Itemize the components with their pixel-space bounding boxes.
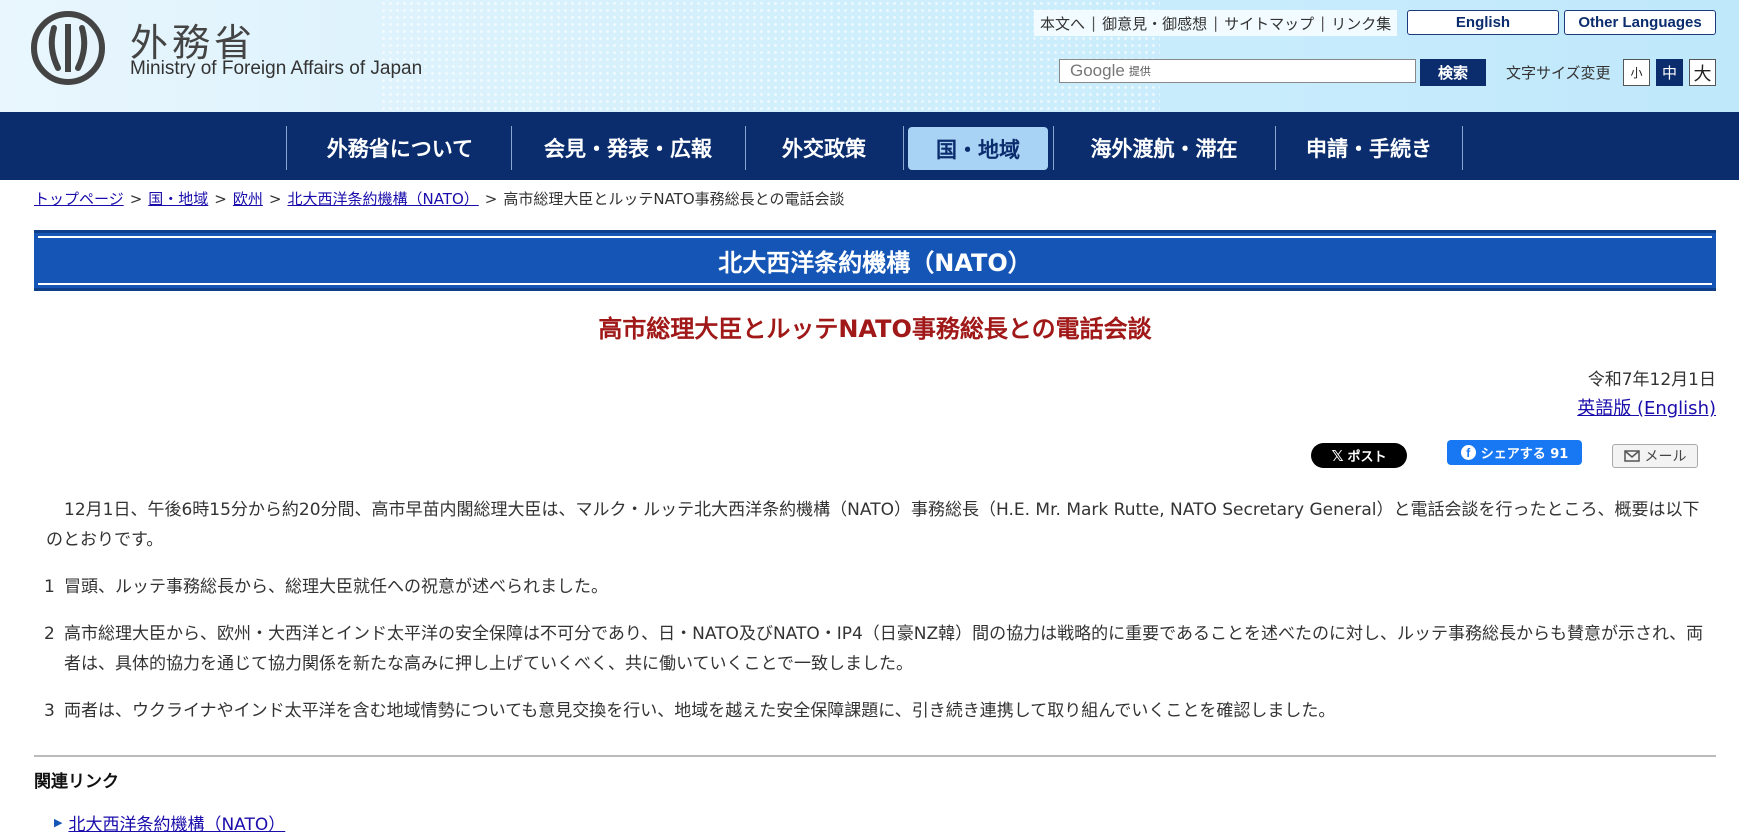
- nav-separator: [903, 126, 904, 170]
- facebook-icon: f: [1460, 445, 1476, 460]
- mail-icon: [1623, 450, 1640, 462]
- nav-item-policy[interactable]: 外交政策: [746, 126, 902, 170]
- util-separator: |: [1320, 14, 1326, 32]
- breadcrumb-separator: >: [268, 190, 282, 208]
- util-link-sitemap[interactable]: サイトマップ: [1224, 13, 1314, 34]
- list-item: 1 冒頭、ルッテ事務総長から、総理大臣就任への祝意が述べられました。: [44, 572, 1704, 602]
- section-divider: [34, 755, 1716, 757]
- nav-separator: [1462, 126, 1463, 170]
- nav-item-travel[interactable]: 海外渡航・滞在: [1054, 126, 1274, 170]
- breadcrumb-link-top[interactable]: トップページ: [34, 190, 124, 208]
- breadcrumb-current: 高市総理大臣とルッテNATO事務総長との電話会談: [503, 190, 845, 208]
- article-date: 令和7年12月1日: [1587, 370, 1716, 390]
- search-button[interactable]: 検索: [1420, 59, 1486, 86]
- font-size-medium-button[interactable]: 中: [1656, 59, 1683, 86]
- list-item: 2 高市総理大臣から、欧州・大西洋とインド太平洋の安全保障は不可分であり、日・N…: [44, 619, 1704, 679]
- google-brand: Google: [1070, 61, 1125, 80]
- list-item-number: 2: [44, 624, 55, 644]
- facebook-share-button[interactable]: f シェアする 91: [1447, 440, 1582, 465]
- triangle-bullet-icon: ▶: [54, 816, 63, 829]
- nav-item-press[interactable]: 会見・発表・広報: [512, 126, 744, 170]
- english-button[interactable]: English: [1407, 10, 1559, 35]
- related-link-nato[interactable]: 北大西洋条約機構（NATO）: [68, 810, 285, 835]
- breadcrumb-link-europe[interactable]: 欧州: [233, 190, 263, 208]
- list-item-text: 両者は、ウクライナやインド太平洋を含む地域情勢についても意見交換を行い、地域を越…: [64, 701, 1336, 721]
- x-post-label: ポスト: [1347, 450, 1387, 465]
- mail-share-label: メール: [1644, 449, 1687, 465]
- breadcrumb-separator: >: [484, 190, 498, 208]
- article-title: 高市総理大臣とルッテNATO事務総長との電話会談: [598, 315, 1152, 343]
- search-input[interactable]: Google 提供: [1059, 59, 1416, 83]
- related-links-heading: 関連リンク: [34, 772, 119, 792]
- list-item-text: 高市総理大臣から、欧州・大西洋とインド太平洋の安全保障は不可分であり、日・NAT…: [64, 624, 1704, 674]
- list-item-number: 3: [44, 701, 55, 721]
- related-link-item: ▶ 北大西洋条約機構（NATO）: [54, 810, 285, 835]
- mofa-logo-icon[interactable]: [30, 10, 106, 86]
- logo-title-en[interactable]: Ministry of Foreign Affairs of Japan: [130, 58, 422, 80]
- global-nav: 外務省について 会見・発表・広報 外交政策 国・地域 海外渡航・滞在 申請・手続…: [0, 112, 1739, 180]
- mail-share-button[interactable]: メール: [1612, 444, 1698, 468]
- nav-item-regions[interactable]: 国・地域: [908, 127, 1048, 170]
- section-title: 北大西洋条約機構（NATO）: [38, 236, 1712, 285]
- font-size-label: 文字サイズ変更: [1506, 64, 1611, 82]
- search-provided-label: 提供: [1128, 65, 1151, 78]
- utility-links: 本文へ | 御意見・御感想 | サイトマップ | リンク集: [1034, 10, 1398, 36]
- x-logo-icon: 𝕏: [1331, 446, 1344, 465]
- font-size-small-button[interactable]: 小: [1623, 59, 1650, 86]
- breadcrumb-link-nato[interactable]: 北大西洋条約機構（NATO）: [287, 190, 478, 208]
- x-post-button[interactable]: 𝕏 ポスト: [1311, 443, 1407, 468]
- util-separator: |: [1213, 14, 1219, 32]
- list-item-number: 1: [44, 577, 55, 597]
- util-link-links[interactable]: リンク集: [1331, 13, 1391, 34]
- section-banner: 北大西洋条約機構（NATO）: [34, 230, 1716, 291]
- nav-separator: [286, 126, 287, 170]
- util-link-feedback[interactable]: 御意見・御感想: [1102, 13, 1207, 34]
- util-link-main-content[interactable]: 本文へ: [1040, 13, 1085, 34]
- facebook-share-label: シェアする 91: [1480, 447, 1569, 462]
- list-item-text: 冒頭、ルッテ事務総長から、総理大臣就任への祝意が述べられました。: [64, 577, 608, 597]
- font-size-large-button[interactable]: 大: [1689, 59, 1716, 86]
- breadcrumb-link-regions[interactable]: 国・地域: [148, 190, 208, 208]
- breadcrumb: トップページ > 国・地域 > 欧州 > 北大西洋条約機構（NATO） > 高市総理大臣とルッテ…: [34, 188, 844, 209]
- article-intro: 12月1日、午後6時15分から約20分間、高市早苗内閣総理大臣は、マルク・ルッテ…: [46, 500, 1700, 550]
- nav-item-about[interactable]: 外務省について: [290, 126, 510, 170]
- list-item: 3 両者は、ウクライナやインド太平洋を含む地域情勢についても意見交換を行い、地域…: [44, 696, 1704, 726]
- breadcrumb-separator: >: [214, 190, 227, 208]
- breadcrumb-separator: >: [129, 190, 143, 208]
- util-separator: |: [1091, 14, 1097, 32]
- english-version-link[interactable]: 英語版 (English): [1577, 394, 1716, 420]
- other-languages-button[interactable]: Other Languages: [1564, 10, 1716, 35]
- site-header: 外務省 Ministry of Foreign Affairs of Japan…: [0, 0, 1739, 112]
- nav-item-procedures[interactable]: 申請・手続き: [1276, 126, 1462, 170]
